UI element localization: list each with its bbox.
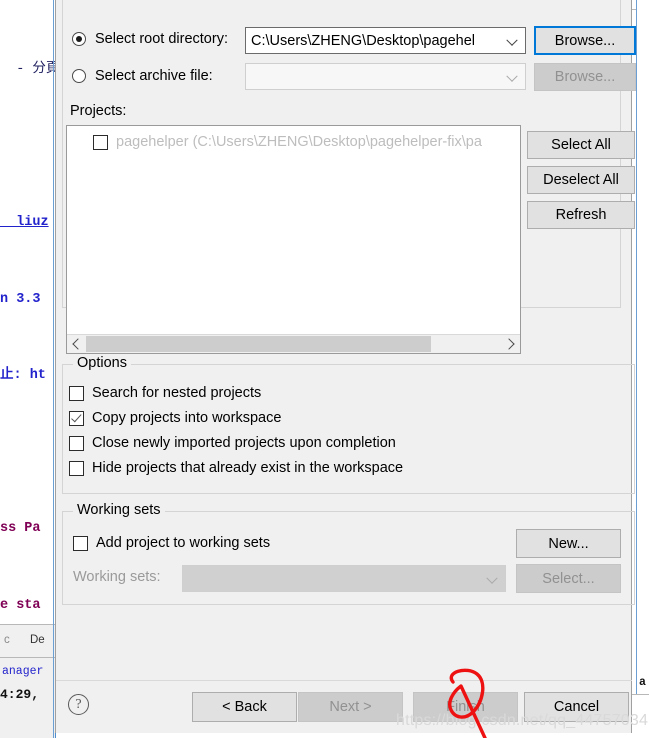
browse-archive-label: Browse... [554, 69, 616, 85]
root-directory-value: C:\Users\ZHENG\Desktop\pagehel [251, 32, 476, 49]
add-project-to-working-sets-checkbox[interactable]: Add project to working sets [73, 535, 270, 551]
chevron-down-icon [506, 34, 518, 46]
select-all-label: Select All [551, 137, 611, 153]
working-sets-group-label: Working sets [73, 502, 165, 518]
chevron-down-icon [486, 572, 498, 584]
deselect-all-label: Deselect All [543, 172, 619, 188]
checkbox-unchecked-icon[interactable] [73, 535, 88, 551]
checkbox-checked-icon[interactable] [69, 410, 84, 426]
browse-archive-button[interactable]: Browse... [534, 63, 636, 91]
select-root-directory-label: Select root directory: [95, 31, 228, 47]
code-line: ss Pa [0, 521, 41, 536]
select-working-set-label: Select... [542, 570, 595, 587]
working-sets-combo[interactable] [182, 565, 506, 592]
option-copy-projects-into-workspace[interactable]: Copy projects into workspace [69, 410, 281, 426]
option-search-nested-projects-label: Search for nested projects [92, 385, 262, 401]
add-project-to-working-sets-label: Add project to working sets [96, 535, 271, 551]
option-hide-existing-projects[interactable]: Hide projects that already exist in the … [69, 460, 403, 476]
project-list-item[interactable]: pagehelper (C:\Users\ZHENG\Desktop\pageh… [93, 134, 482, 150]
code-line: n 3.3 [0, 291, 41, 307]
option-copy-projects-label: Copy projects into workspace [92, 410, 282, 426]
select-root-directory-radio[interactable]: Select root directory: [72, 31, 228, 47]
option-search-nested-projects[interactable]: Search for nested projects [69, 385, 261, 401]
help-icon[interactable]: ? [68, 694, 89, 715]
deselect-all-button[interactable]: Deselect All [527, 166, 635, 194]
archive-file-combo[interactable] [245, 63, 526, 90]
next-button[interactable]: Next > [298, 692, 403, 722]
projects-label: Projects: [70, 103, 127, 119]
back-button[interactable]: < Back [192, 692, 297, 722]
browse-root-label: Browse... [554, 32, 616, 49]
checkbox-unchecked-icon[interactable] [69, 435, 84, 451]
refresh-button[interactable]: Refresh [527, 201, 635, 229]
refresh-label: Refresh [555, 207, 607, 223]
checkbox-unchecked-icon[interactable] [69, 385, 84, 401]
checkbox-unchecked-icon[interactable] [69, 460, 84, 476]
project-checkbox[interactable] [93, 134, 108, 150]
console-log-line-1: anager [2, 665, 44, 678]
screenshot-root: - 分頁 liuz n 3.3 止: ht ss Pa e sta 进行co e… [0, 0, 649, 738]
code-line: - 分頁 [0, 62, 56, 77]
select-working-set-button[interactable]: Select... [516, 564, 621, 593]
footer-separator [56, 680, 632, 681]
back-button-label: < Back [222, 699, 267, 715]
editor-border-line [53, 0, 54, 738]
select-archive-file-label: Select archive file: [95, 68, 213, 84]
select-archive-file-radio[interactable]: Select archive file: [72, 68, 213, 84]
import-projects-dialog: the workspace Select root directory: C:\… [55, 0, 636, 733]
option-hide-existing-projects-label: Hide projects that already exist in the … [92, 460, 404, 476]
browse-root-button[interactable]: Browse... [534, 26, 636, 55]
root-directory-combo[interactable]: C:\Users\ZHENG\Desktop\pagehel [245, 27, 526, 54]
console-tab-debug: De [30, 634, 45, 646]
scroll-left-arrow-icon[interactable] [72, 338, 84, 350]
select-all-button[interactable]: Select All [527, 131, 635, 159]
option-close-newly-imported-label: Close newly imported projects upon compl… [92, 435, 396, 451]
projects-horizontal-scrollbar[interactable] [67, 334, 520, 353]
project-list-item-label: pagehelper (C:\Users\ZHENG\Desktop\pageh… [116, 134, 482, 150]
radio-selected-icon [72, 32, 86, 46]
projects-listbox[interactable]: pagehelper (C:\Users\ZHENG\Desktop\pageh… [66, 125, 521, 354]
code-line: 止: ht [0, 368, 46, 383]
radio-unselected-icon [72, 69, 86, 83]
chevron-down-icon [506, 70, 518, 82]
editor-bottom-rule [632, 694, 649, 695]
new-working-set-button[interactable]: New... [516, 529, 621, 558]
editor-right-rule [636, 0, 637, 694]
code-line: liuz [0, 215, 49, 230]
code-line: e sta [0, 597, 41, 613]
watermark-text: https://blog.csdn.net/qq_44757034 [396, 712, 649, 729]
console-tab-label: c [4, 634, 10, 646]
background-right-text: a [639, 676, 646, 689]
working-sets-field-label: Working sets: [73, 569, 161, 585]
next-button-label: Next > [329, 699, 372, 715]
console-log-line-2: 4:29, [0, 687, 40, 702]
new-working-set-label: New... [548, 535, 589, 552]
options-group-label: Options [73, 355, 131, 371]
console-inner-divider [0, 657, 56, 658]
help-glyph: ? [75, 696, 82, 712]
option-close-newly-imported[interactable]: Close newly imported projects upon compl… [69, 435, 396, 451]
scrollbar-thumb[interactable] [86, 336, 431, 352]
scroll-right-arrow-icon[interactable] [503, 338, 515, 350]
